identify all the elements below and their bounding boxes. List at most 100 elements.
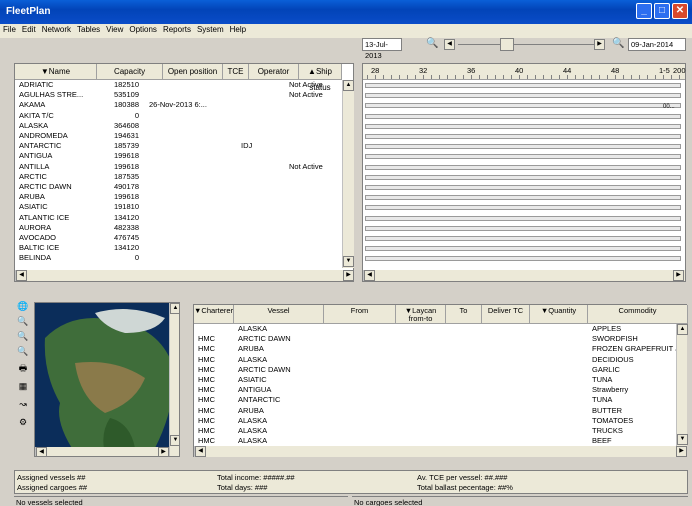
table-row[interactable]: ARCTIC DAWN 490178 [17,183,343,192]
table-row[interactable]: HMC ANTIGUA Strawberry [196,385,676,394]
map-vscroll[interactable]: ▲ ▼ [169,303,179,456]
vessel-table-hscroll[interactable]: ◀ ▶ [15,270,354,281]
table-row[interactable]: ADRIATIC 182510 Not Active [17,81,343,90]
scroll-right-arrow[interactable]: ▶ [343,270,354,281]
menu-item-options[interactable]: Options [126,24,160,35]
cargo-table-hscroll[interactable]: ◀ ▶ [194,446,687,457]
table-row[interactable]: ARUBA 199618 [17,193,343,202]
table-row[interactable]: ATLANTIC ICE 134120 [17,214,343,223]
zoom-in-icon[interactable]: 🔍 [612,38,624,49]
table-row[interactable]: HMC ALASKA TRUCKS [196,426,676,435]
cargo-column-header[interactable]: Commodity [588,305,688,324]
cargo-column-header[interactable]: ▼Laycan from-to [396,305,446,324]
table-row[interactable]: ALASKA APPLES [196,324,676,333]
minimize-button[interactable]: _ [636,3,652,19]
map-view[interactable]: ▲ ▼ ◀ ▶ [34,302,180,457]
gantt-row[interactable] [365,154,681,160]
zoom-area-icon[interactable]: 🔍 [16,345,30,358]
scroll-down-arrow[interactable]: ▼ [170,435,179,446]
timeline-chart[interactable]: 28 32 36 40 44 48 1-5 200 00... ◀ ▶ [362,63,686,282]
table-row[interactable]: AVOCADO 476745 [17,234,343,243]
scroll-left-arrow[interactable]: ◀ [16,270,27,281]
start-date-field[interactable]: 13-Jul-2013 [362,38,402,60]
zoom-in-icon[interactable]: 🔍 [16,315,30,328]
zoom-out-icon[interactable]: 🔍 [16,330,30,343]
end-date-field[interactable]: 09-Jan-2014 [628,38,686,51]
table-row[interactable]: BALTIC ICE 134120 [17,244,343,253]
scroll-up-arrow[interactable]: ▲ [677,324,688,335]
menu-item-network[interactable]: Network [39,24,74,35]
gantt-row[interactable] [365,164,681,170]
menu-item-view[interactable]: View [103,24,126,35]
zoom-out-icon[interactable]: 🔍 [426,38,438,49]
table-row[interactable]: ANTARCTIC 185739 IDJ [17,142,343,151]
cargo-table-vscroll[interactable]: ▲ ▼ [676,324,688,446]
menu-item-help[interactable]: Help [227,24,249,35]
cargo-column-header[interactable]: ▼Quantity [530,305,588,324]
route-icon[interactable]: ↝ [16,398,30,411]
table-row[interactable]: ANTIGUA 199618 [17,152,343,161]
gantt-row[interactable] [365,225,681,231]
globe-icon[interactable]: 🌐 [16,300,30,313]
gantt-row[interactable] [365,236,681,241]
vessel-column-header[interactable]: Operator [249,64,299,80]
table-row[interactable]: HMC ASIATIC TUNA [196,375,676,384]
vessel-column-header[interactable]: TCE [223,64,249,80]
scroll-right-arrow[interactable]: ▶ [676,446,687,457]
vessel-column-header[interactable]: ▲Ship status [299,64,342,92]
table-row[interactable]: HMC ALASKA BEEF [196,436,676,445]
gantt-row[interactable] [365,256,681,262]
close-button[interactable]: ✕ [672,3,688,19]
scroll-left-arrow[interactable]: ◀ [364,270,375,281]
table-row[interactable]: AURORA 482338 [17,224,343,233]
table-row[interactable]: HMC ARUBA BUTTER [196,406,676,415]
map-hscroll[interactable]: ◀ ▶ [35,447,169,456]
cargo-column-header[interactable]: To [446,305,482,324]
menu-item-system[interactable]: System [194,24,227,35]
slider-right-arrow[interactable]: ▶ [594,39,605,50]
table-row[interactable]: HMC ANTARCTIC TUNA [196,395,676,404]
table-row[interactable]: ANDROMEDA 194631 [17,132,343,141]
table-row[interactable]: HMC ARUBA FROZEN GRAPEFRUIT J... [196,344,676,353]
gantt-row[interactable] [365,83,681,88]
cargo-column-header[interactable]: ▼Charterer [194,305,234,324]
gantt-row[interactable] [365,185,681,190]
table-row[interactable]: HMC ALASKA DECIDIOUS [196,355,676,364]
gantt-row[interactable] [365,103,681,109]
maximize-button[interactable]: □ [654,3,670,19]
table-row[interactable]: ALASKA 364608 [17,122,343,131]
scroll-down-arrow[interactable]: ▼ [343,256,354,267]
scroll-right-arrow[interactable]: ▶ [673,270,684,281]
scroll-up-arrow[interactable]: ▲ [343,80,354,91]
gantt-row[interactable] [365,174,681,180]
table-row[interactable]: HMC ALASKA TOMATOES [196,416,676,425]
gantt-row[interactable] [365,246,681,252]
table-row[interactable]: AKITA T/C 0 [17,112,343,121]
world-map[interactable] [35,303,180,457]
settings-icon[interactable]: ⚙ [16,416,30,429]
gantt-row[interactable] [365,205,681,211]
scroll-left-arrow[interactable]: ◀ [36,447,47,456]
gantt-row[interactable] [365,144,681,150]
menu-item-reports[interactable]: Reports [160,24,194,35]
print-icon[interactable]: 🖶 [16,362,30,375]
menu-item-file[interactable]: File [0,24,19,35]
cargo-column-header[interactable]: Vessel [234,305,324,324]
vessel-column-header[interactable]: ▼Name [15,64,97,80]
timeline-hscroll[interactable]: ◀ ▶ [363,270,685,281]
table-row[interactable]: HMC ARCTIC DAWN SWORDFISH [196,334,676,343]
slider-left-arrow[interactable]: ◀ [444,39,455,50]
table-row[interactable]: HMC ARCTIC DAWN GARLIC [196,365,676,374]
table-row[interactable]: BELINDA 0 [17,254,343,263]
timeline-slider[interactable]: ◀ ▶ [444,38,605,51]
scroll-up-arrow[interactable]: ▲ [170,303,179,314]
table-row[interactable]: ARCTIC 187535 [17,173,343,182]
cargo-column-header[interactable]: Deliver TC [482,305,530,324]
gantt-row[interactable] [365,113,681,119]
cargo-column-header[interactable]: From [324,305,396,324]
gantt-row[interactable] [365,215,681,221]
table-row[interactable]: AKAMA 180388 26-Nov-2013 6:... [17,101,343,110]
menu-item-tables[interactable]: Tables [74,24,103,35]
table-row[interactable]: AGULHAS STRE... 535109 Not Active [17,91,343,100]
vessel-column-header[interactable]: Capacity [97,64,163,80]
